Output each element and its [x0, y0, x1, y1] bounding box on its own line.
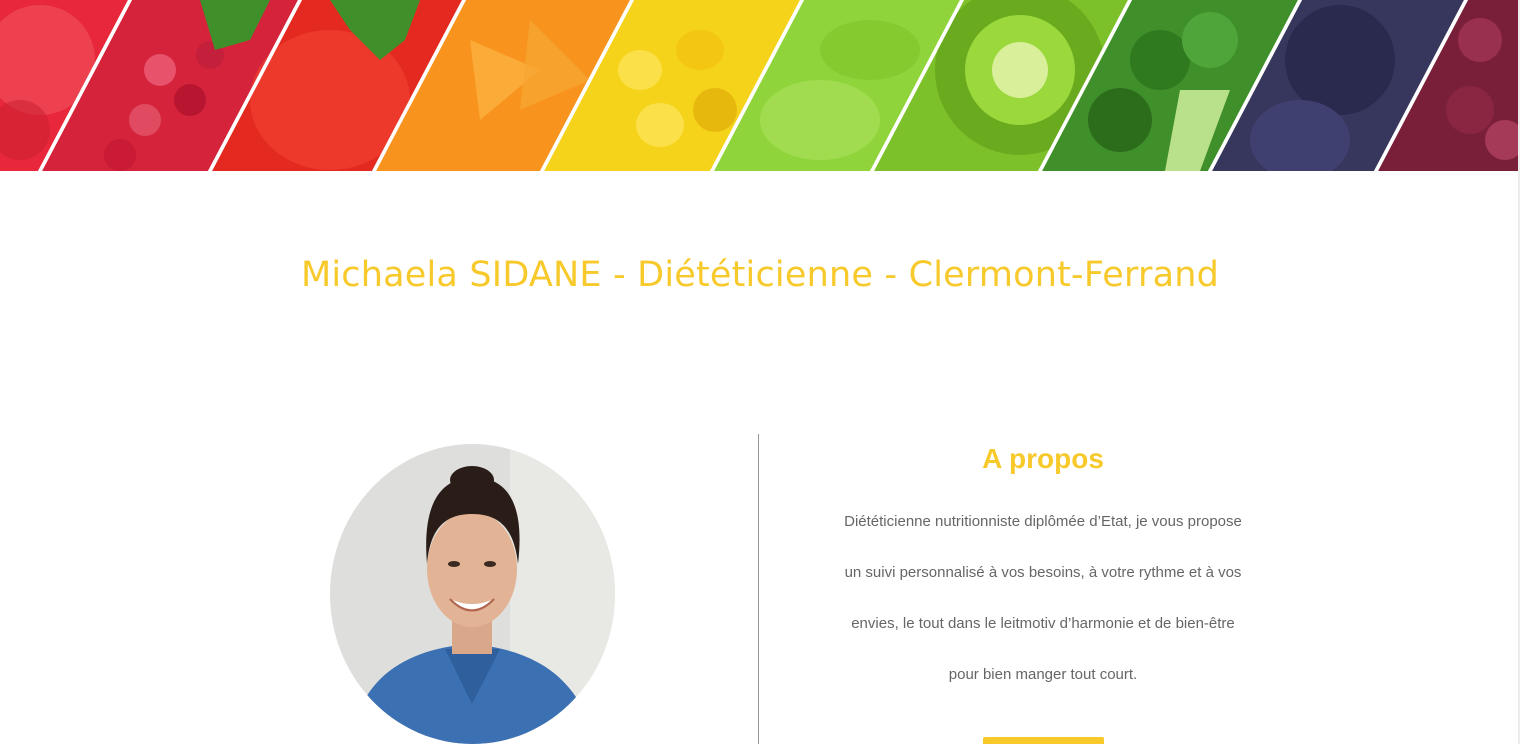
about-line: un suivi personnalisé à vos besoins, à v… [844, 564, 1242, 581]
about-heading: A propos [982, 443, 1104, 474]
about-text: Diététicienne nutritionniste diplômée d’… [800, 496, 1286, 700]
about-section: A propos Diététicienne nutritionniste di… [800, 438, 1286, 700]
portrait-photo [330, 444, 615, 744]
page-title: Michaela SIDANE - Diététicienne - Clermo… [300, 255, 1220, 295]
page: Michaela SIDANE - Diététicienne - Clermo… [0, 0, 1520, 744]
about-line: envies, le tout dans le leitmotiv d’harm… [851, 615, 1235, 632]
about-cta-button[interactable] [983, 737, 1104, 744]
about-line: Diététicienne nutritionniste diplômée d’… [844, 513, 1242, 530]
about-line: pour bien manger tout court. [948, 666, 1138, 683]
vertical-divider [758, 434, 759, 744]
banner-image [0, 0, 1520, 171]
